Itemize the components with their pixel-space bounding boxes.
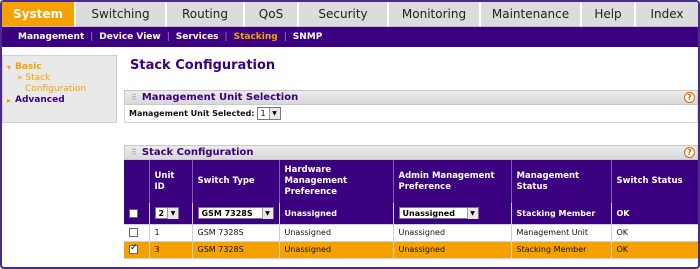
- grip-icon: ⠿: [131, 148, 137, 157]
- row-checkbox[interactable]: [129, 243, 138, 254]
- column-header-hardware-pref: Hardware Management Preference: [279, 160, 394, 203]
- select-value: 2: [158, 208, 165, 218]
- admin-pref-cell: Unassigned: [393, 241, 512, 259]
- tab-help[interactable]: Help: [582, 2, 636, 27]
- sidebar-item-advanced[interactable]: ▸ Advanced: [7, 95, 112, 106]
- chevron-down-icon: ▾: [7, 63, 12, 72]
- column-header-select: [124, 160, 150, 203]
- sub-navigation: Management | Device View | Services | St…: [2, 27, 698, 47]
- main-content: Stack Configuration ⠿ Management Unit Se…: [124, 55, 698, 259]
- column-header-management-status: Management Status: [511, 160, 612, 203]
- page-title: Stack Configuration: [130, 57, 276, 73]
- sidebar-item-label: Basic: [15, 62, 42, 72]
- row-checkbox-cell: [124, 241, 150, 259]
- chevron-down-icon: ▼: [268, 108, 280, 119]
- table-row[interactable]: 3 GSM 7328S Unassigned Unassigned Stacki…: [124, 241, 698, 259]
- subnav-stacking[interactable]: Stacking: [228, 32, 284, 42]
- management-unit-section-header: ⠿ Management Unit Selection ?: [124, 90, 698, 105]
- stack-table: Unit ID Switch Type Hardware Management …: [124, 160, 698, 259]
- row-checkbox[interactable]: [129, 228, 138, 237]
- mgmt-status-cell: Management Unit: [511, 224, 612, 242]
- edit-row-admin-pref-cell: Unassigned ▼: [393, 203, 512, 225]
- tab-switching[interactable]: Switching: [76, 2, 167, 27]
- help-icon[interactable]: ?: [684, 92, 695, 103]
- mgmt-status-cell: Stacking Member: [511, 241, 612, 259]
- tab-system[interactable]: System: [2, 2, 76, 27]
- hw-pref-cell: Unassigned: [279, 241, 394, 259]
- app-frame: System Switching Routing QoS Security Mo…: [0, 0, 700, 269]
- tab-index[interactable]: Index: [636, 2, 698, 27]
- edit-row-hw-pref-cell: Unassigned: [279, 203, 394, 225]
- help-icon[interactable]: ?: [684, 147, 695, 158]
- edit-row-unit-id-cell: 2 ▼: [149, 203, 193, 225]
- edit-row-mgmt-status-cell: Stacking Member: [511, 203, 612, 225]
- admin-pref-cell: Unassigned: [393, 224, 512, 242]
- chevron-right-icon: ▸: [7, 96, 12, 105]
- table-edit-row: 2 ▼ GSM 7328S ▼ Unassigned Unassigned ▼ …: [124, 203, 698, 225]
- column-header-unit-id: Unit ID: [149, 160, 193, 203]
- subnav-services[interactable]: Services: [170, 32, 225, 42]
- unit-id-select[interactable]: 2 ▼: [154, 207, 180, 220]
- chevron-down-icon: ▼: [167, 207, 179, 219]
- switch-type-select[interactable]: GSM 7328S ▼: [197, 207, 274, 220]
- edit-row-switch-type-cell: GSM 7328S ▼: [192, 203, 280, 225]
- sidebar-item-label: Configuration: [25, 84, 87, 94]
- admin-pref-select[interactable]: Unassigned ▼: [398, 207, 479, 220]
- grip-icon: ⠿: [131, 93, 137, 102]
- sidebar-item-label: Advanced: [15, 95, 65, 105]
- management-unit-label: Management Unit Selected:: [129, 109, 255, 118]
- switch-status-cell: OK: [611, 224, 698, 242]
- subnav-snmp[interactable]: SNMP: [287, 32, 329, 42]
- tab-monitoring[interactable]: Monitoring: [389, 2, 481, 27]
- column-header-switch-type: Switch Type: [192, 160, 280, 203]
- section-title: Stack Configuration: [141, 147, 254, 158]
- unit-id-cell: 1: [149, 224, 193, 242]
- sidebar-item-stack-configuration-cont[interactable]: Configuration: [7, 84, 112, 95]
- edit-row-checkbox-cell: [124, 203, 150, 225]
- management-unit-row: Management Unit Selected: 1 ▼: [124, 105, 698, 123]
- tab-maintenance[interactable]: Maintenance: [481, 2, 582, 27]
- row-checkbox-cell: [124, 224, 150, 242]
- top-tab-bar: System Switching Routing QoS Security Mo…: [2, 2, 698, 27]
- edit-row-switch-status-cell: OK: [611, 203, 698, 225]
- management-unit-select[interactable]: 1 ▼: [256, 107, 281, 120]
- select-value: Unassigned: [402, 208, 455, 218]
- select-all-checkbox[interactable]: [129, 208, 138, 218]
- column-header-switch-status: Switch Status: [611, 160, 698, 203]
- select-value: 1: [260, 109, 266, 118]
- unit-id-cell: 3: [149, 241, 193, 259]
- sidebar: ▾ Basic » Stack Configuration ▸ Advanced: [2, 55, 117, 123]
- chevron-down-icon: ▼: [261, 207, 273, 219]
- chevron-down-icon: ▼: [466, 207, 478, 219]
- sidebar-item-basic[interactable]: ▾ Basic: [7, 62, 112, 73]
- table-row[interactable]: 1 GSM 7328S Unassigned Unassigned Manage…: [124, 224, 698, 242]
- stack-configuration-section-header: ⠿ Stack Configuration ?: [124, 145, 698, 160]
- table-header-row: Unit ID Switch Type Hardware Management …: [124, 160, 698, 203]
- section-title: Management Unit Selection: [141, 92, 299, 103]
- tab-qos[interactable]: QoS: [245, 2, 299, 27]
- tab-security[interactable]: Security: [299, 2, 389, 27]
- switch-type-cell: GSM 7328S: [192, 241, 280, 259]
- switch-status-cell: OK: [611, 241, 698, 259]
- subnav-device-view[interactable]: Device View: [93, 32, 166, 42]
- sidebar-item-label: » Stack: [17, 73, 51, 83]
- switch-type-cell: GSM 7328S: [192, 224, 280, 242]
- column-header-admin-pref: Admin Management Preference: [393, 160, 512, 203]
- subnav-management[interactable]: Management: [12, 32, 90, 42]
- tab-routing[interactable]: Routing: [167, 2, 245, 27]
- hw-pref-cell: Unassigned: [279, 224, 394, 242]
- sidebar-item-stack-configuration[interactable]: » Stack: [7, 73, 112, 84]
- select-value: GSM 7328S: [201, 208, 253, 218]
